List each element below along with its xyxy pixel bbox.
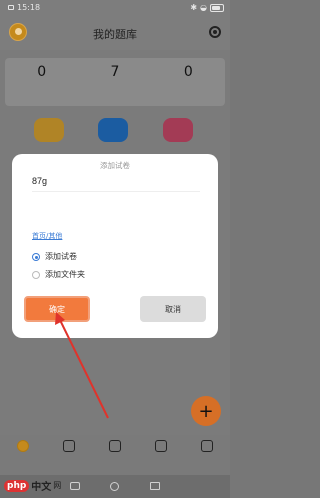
tab-review[interactable] bbox=[92, 435, 138, 475]
page-title: 我的题库 bbox=[93, 28, 137, 41]
stat-value: 7 bbox=[110, 64, 120, 80]
paper-name-input[interactable] bbox=[32, 172, 200, 190]
option-label: 添加试卷 bbox=[45, 252, 77, 261]
tab-practice[interactable] bbox=[46, 435, 92, 475]
feature-icon-wrong[interactable] bbox=[163, 118, 193, 142]
battery-icon bbox=[210, 3, 224, 12]
watermark-text: 中文 bbox=[31, 482, 52, 493]
wifi-icon: ◒ bbox=[200, 3, 207, 12]
nav-back-icon[interactable] bbox=[70, 482, 80, 490]
feature-icon-favorites[interactable] bbox=[98, 118, 128, 142]
option-label: 添加文件夹 bbox=[45, 270, 85, 279]
confirm-button[interactable]: 确定 bbox=[24, 296, 90, 322]
library-icon bbox=[17, 440, 29, 452]
tab-records[interactable] bbox=[138, 435, 184, 475]
input-underline bbox=[32, 191, 200, 192]
signal-icon bbox=[8, 5, 14, 10]
stat-value: 0 bbox=[37, 64, 47, 80]
path-link[interactable]: 首页/其他 bbox=[32, 231, 62, 241]
hand-icon bbox=[201, 440, 213, 452]
option-add-paper[interactable]: 添加试卷 bbox=[32, 251, 77, 262]
settings-icon[interactable] bbox=[209, 26, 221, 38]
stat-item[interactable]: 0 bbox=[152, 58, 225, 106]
status-bar: 15:18 ✱ ◒ bbox=[0, 0, 230, 16]
radio-icon[interactable] bbox=[32, 270, 40, 279]
dialog-title: 添加试卷 bbox=[100, 161, 130, 170]
app-screen: 15:18 ✱ ◒ 我的题库 0 7 0 + php 中文 网 添加试卷 87g… bbox=[0, 0, 230, 498]
stat-item[interactable]: 7 bbox=[78, 58, 151, 106]
cancel-button[interactable]: 取消 bbox=[140, 296, 206, 322]
feature-icons bbox=[0, 118, 230, 148]
add-fab-button[interactable]: + bbox=[191, 396, 221, 426]
list-icon bbox=[155, 440, 167, 452]
option-add-folder[interactable]: 添加文件夹 bbox=[32, 269, 85, 280]
tab-help[interactable] bbox=[184, 435, 230, 475]
stat-value: 0 bbox=[183, 64, 193, 80]
eye-icon bbox=[109, 440, 121, 452]
stats-panel: 0 7 0 bbox=[5, 58, 225, 106]
header: 我的题库 bbox=[0, 16, 230, 50]
stat-item[interactable]: 0 bbox=[5, 58, 78, 106]
radio-selected-icon[interactable] bbox=[32, 252, 40, 261]
nav-home-icon[interactable] bbox=[110, 482, 119, 491]
watermark-badge: php bbox=[4, 479, 30, 492]
watermark-logo: php 中文 网 bbox=[4, 478, 61, 493]
status-time: 15:18 bbox=[17, 3, 41, 12]
tab-my-library[interactable] bbox=[0, 435, 46, 475]
bluetooth-icon: ✱ bbox=[190, 3, 198, 12]
feature-icon-practice[interactable] bbox=[34, 118, 64, 142]
watermark-suffix: 网 bbox=[53, 481, 62, 490]
nav-recent-icon[interactable] bbox=[150, 482, 160, 490]
bottom-tab-bar bbox=[0, 435, 230, 475]
add-paper-dialog: 添加试卷 首页/其他 添加试卷 添加文件夹 确定 取消 bbox=[12, 154, 218, 338]
edit-icon bbox=[63, 440, 75, 452]
